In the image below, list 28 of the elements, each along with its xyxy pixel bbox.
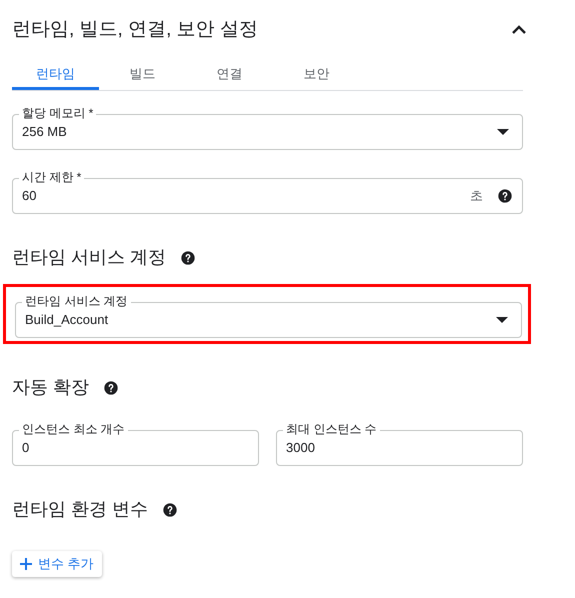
field-value: 0: [22, 439, 30, 458]
dropdown-arrow-icon: [497, 129, 509, 135]
panel-title: 런타임, 빌드, 연결, 보안 설정: [12, 18, 258, 42]
section-heading: 런타임 서비스 계정: [12, 246, 166, 269]
tab[interactable]: 런타임: [12, 60, 99, 90]
field-label: 런타임 서비스 계정: [22, 293, 131, 309]
help-icon[interactable]: [497, 188, 513, 204]
tab[interactable]: 연결: [186, 60, 273, 90]
tab[interactable]: 빌드: [99, 60, 186, 90]
chevron-up-icon: [511, 25, 527, 35]
help-icon[interactable]: [103, 380, 120, 396]
field-value: 60: [22, 187, 38, 206]
add-variable-button[interactable]: 변수 추가: [12, 551, 102, 577]
section-heading: 런타임 환경 변수: [12, 498, 148, 521]
field-label: 인스턴스 최소 개수: [19, 421, 128, 437]
section-heading: 자동 확장: [12, 376, 90, 399]
unit-label: 초: [470, 187, 483, 206]
field-label: 할당 메모리 *: [19, 105, 96, 121]
help-icon[interactable]: [162, 502, 178, 518]
field-value: 256 MB: [22, 123, 68, 142]
help-icon[interactable]: [180, 250, 196, 266]
tab[interactable]: 보안: [273, 60, 360, 90]
field-value: 3000: [286, 439, 316, 458]
field-value: Build_Account: [25, 311, 110, 330]
field-label: 시간 제한 *: [19, 169, 84, 185]
plus-icon: [20, 558, 32, 570]
dropdown-arrow-icon: [496, 317, 508, 323]
field-label: 최대 인스턴스 수: [283, 421, 380, 437]
